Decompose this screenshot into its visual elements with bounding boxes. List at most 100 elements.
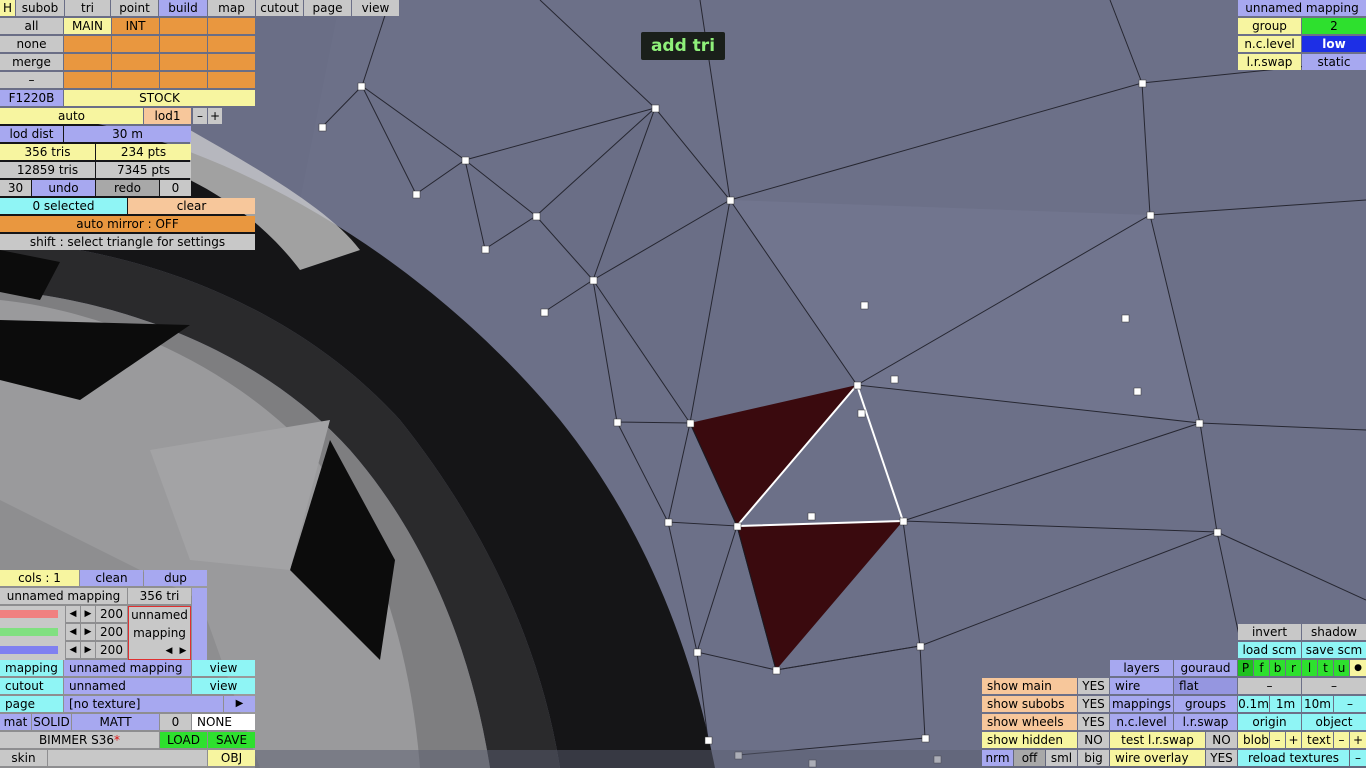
mapping-title[interactable]: unnamed mapping [1238,0,1366,16]
flat-button[interactable]: flat [1174,678,1237,694]
lod-auto[interactable]: auto [0,108,143,124]
mat-none-field[interactable]: NONE [192,714,255,730]
layer-cell[interactable] [160,72,207,88]
cutout-view-button[interactable]: view [192,678,255,694]
obj-button[interactable]: OBJ [208,750,255,766]
dash-button[interactable]: – [1238,678,1301,694]
wire-button[interactable]: wire [1110,678,1173,694]
layer-cell[interactable] [208,18,255,34]
show-main-toggle[interactable]: YES [1078,678,1109,694]
lod-minus-button[interactable]: – [193,108,207,124]
page-select[interactable]: [no texture] [64,696,223,712]
layer-cell[interactable] [64,36,111,52]
blob-minus-button[interactable]: – [1270,732,1285,748]
layer-cell[interactable] [160,18,207,34]
blue-decrement-button[interactable]: ◀ [66,642,80,658]
layers-dash-button[interactable]: – [0,72,63,88]
step-minus-button[interactable]: – [1334,696,1366,712]
layer-cell[interactable] [160,54,207,70]
save-button[interactable]: SAVE [208,732,255,748]
origin-button[interactable]: origin [1238,714,1301,730]
blue-increment-button[interactable]: ▶ [81,642,95,658]
page-next-button[interactable]: ▶ [224,696,255,712]
view-right-button[interactable]: r [1286,660,1301,676]
red-decrement-button[interactable]: ◀ [66,606,80,622]
size-off-button[interactable]: off [1014,750,1045,766]
config-stock[interactable]: STOCK [64,90,255,106]
layer-cell[interactable] [208,72,255,88]
show-wheels-toggle[interactable]: YES [1078,714,1109,730]
text-minus-button[interactable]: – [1334,732,1349,748]
config-f1220b[interactable]: F1220B [0,90,63,106]
view-under-button[interactable]: u [1334,660,1349,676]
tab-h[interactable]: H [0,0,15,16]
mapping-scrollbar[interactable] [192,588,207,660]
tab-build[interactable]: build [159,0,207,16]
normal-size-button[interactable]: nrm [982,750,1013,766]
shadow-button[interactable]: shadow [1302,624,1366,640]
load-scm-button[interactable]: load scm [1238,642,1301,658]
big-size-button[interactable]: big [1078,750,1109,766]
reload-textures-button[interactable]: reload textures [1238,750,1349,766]
mapping-select[interactable]: unnamed mapping [64,660,191,676]
reload-minus-button[interactable]: – [1350,750,1366,766]
red-slider[interactable] [0,610,58,618]
red-increment-button[interactable]: ▶ [81,606,95,622]
text-plus-button[interactable]: + [1350,732,1366,748]
view-dot-button[interactable]: ● [1350,660,1366,676]
view-perspective-button[interactable]: P [1238,660,1253,676]
show-hidden-toggle[interactable]: NO [1078,732,1109,748]
layers-none-button[interactable]: none [0,36,63,52]
step-10m-button[interactable]: 10m [1302,696,1333,712]
groups-button[interactable]: groups [1174,696,1237,712]
wire-overlay-toggle[interactable]: YES [1206,750,1237,766]
cutout-select[interactable]: unnamed [64,678,191,694]
swatch-next-button[interactable]: ▶ [176,643,190,659]
layer-cell[interactable] [112,54,159,70]
blue-slider[interactable] [0,646,58,654]
object-button[interactable]: object [1302,714,1366,730]
layer-cell[interactable] [112,72,159,88]
dash-button[interactable]: – [1302,678,1366,694]
group-value[interactable]: 2 [1302,18,1366,34]
gouraud-button[interactable]: gouraud [1174,660,1237,676]
test-lr-swap-toggle[interactable]: NO [1206,732,1237,748]
layers-all-button[interactable]: all [0,18,63,34]
matt-button[interactable]: MATT [72,714,159,730]
clear-selection-button[interactable]: clear [128,198,255,214]
step-1m-button[interactable]: 1m [1270,696,1301,712]
layers-button[interactable]: layers [1110,660,1173,676]
tab-tri[interactable]: tri [65,0,110,16]
tab-map[interactable]: map [208,0,255,16]
mappings-button[interactable]: mappings [1110,696,1173,712]
show-subobs-toggle[interactable]: YES [1078,696,1109,712]
tab-page[interactable]: page [304,0,351,16]
layer-cell[interactable] [64,54,111,70]
green-increment-button[interactable]: ▶ [81,624,95,640]
layer-cell[interactable] [64,72,111,88]
nc-level-value[interactable]: low [1302,36,1366,52]
lr-swap-value[interactable]: static [1302,54,1366,70]
lr-swap-button[interactable]: l.r.swap [1174,714,1237,730]
swatch-prev-button[interactable]: ◀ [162,643,176,659]
lod-level[interactable]: lod1 [144,108,191,124]
layer-int[interactable]: INT [112,18,159,34]
dup-button[interactable]: dup [144,570,207,586]
invert-button[interactable]: invert [1238,624,1301,640]
skin-button[interactable]: skin [0,750,47,766]
solid-button[interactable]: SOLID [32,714,71,730]
tab-point[interactable]: point [111,0,158,16]
view-left-button[interactable]: l [1302,660,1317,676]
nc-level-button[interactable]: n.c.level [1110,714,1173,730]
layer-cell[interactable] [112,36,159,52]
clean-button[interactable]: clean [80,570,143,586]
green-slider[interactable] [0,628,58,636]
lod-dist-value[interactable]: 30 m [64,126,191,142]
undo-button[interactable]: undo [32,180,95,196]
skin-field[interactable] [48,750,207,766]
blob-plus-button[interactable]: + [1286,732,1301,748]
mapping-view-button[interactable]: view [192,660,255,676]
layer-main[interactable]: MAIN [64,18,111,34]
redo-button[interactable]: redo [96,180,159,196]
save-scm-button[interactable]: save scm [1302,642,1366,658]
